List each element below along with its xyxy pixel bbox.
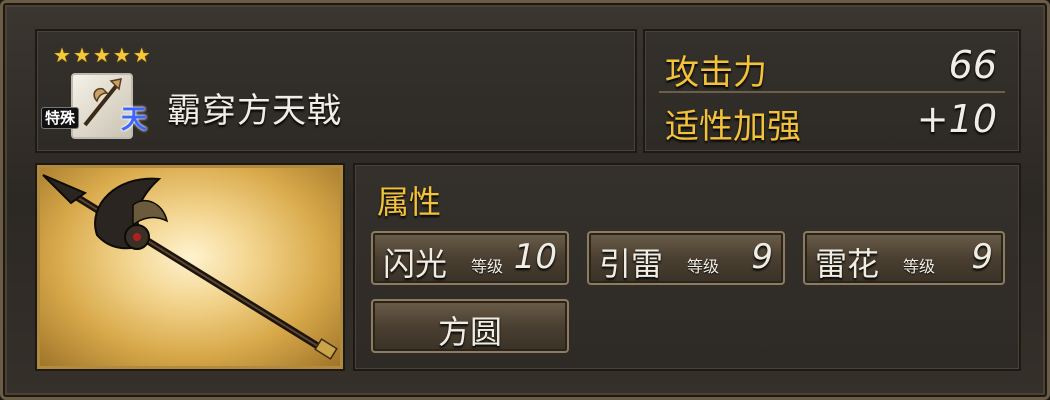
- attribute-name: 雷花: [815, 245, 880, 283]
- attribute-chip[interactable]: 方圆: [371, 299, 569, 353]
- stat-label: 适性加强: [665, 107, 801, 147]
- halberd-icon: [42, 174, 338, 360]
- weapon-name: 霸穿方天戟: [167, 91, 342, 131]
- level-value: 9: [751, 237, 773, 277]
- stats-panel: 攻击力 66 适性加强 +10: [643, 29, 1021, 153]
- attribute-name: 闪光: [383, 245, 448, 283]
- attributes-title: 属性: [377, 183, 442, 221]
- attribute-chip[interactable]: 闪光 等级 10: [371, 231, 569, 285]
- star-icon: ★: [72, 43, 91, 67]
- stat-value: 66: [948, 43, 997, 87]
- star-icon: ★: [53, 43, 71, 67]
- stat-label: 攻击力: [665, 53, 767, 93]
- attribute-chip[interactable]: 引雷 等级 9: [587, 231, 785, 285]
- weapon-detail-card: ★ ★ ★ ★ ★ 特殊 天 霸穿方天戟 攻击力 66 适性加强 +10 属性 …: [0, 0, 1050, 400]
- level-label: 等级: [903, 257, 936, 276]
- rarity-stars: ★ ★ ★ ★ ★: [53, 45, 151, 65]
- level-label: 等级: [687, 257, 720, 276]
- stat-row-attack: 攻击力 66: [659, 39, 1005, 93]
- attributes-panel: 属性 闪光 等级 10 引雷 等级 9 雷花 等级 9 方圆: [353, 163, 1021, 371]
- weapon-image: [35, 163, 345, 371]
- attribute-chip[interactable]: 雷花 等级 9: [803, 231, 1005, 285]
- level-value: 10: [513, 237, 557, 277]
- star-icon: ★: [112, 43, 131, 67]
- attribute-name: 引雷: [599, 245, 664, 283]
- level-label: 等级: [471, 257, 504, 276]
- stat-row-affinity: 适性加强 +10: [659, 93, 1005, 147]
- attribute-name: 方圆: [437, 313, 502, 351]
- star-icon: ★: [92, 43, 111, 67]
- special-type-tag: 特殊: [41, 107, 80, 129]
- level-value: 9: [971, 237, 993, 277]
- star-icon: ★: [132, 43, 151, 67]
- halberd-icon: [83, 78, 122, 127]
- stat-value: +10: [916, 97, 997, 141]
- rank-tag: 天: [121, 105, 148, 135]
- weapon-header-panel: ★ ★ ★ ★ ★ 特殊 天 霸穿方天戟: [35, 29, 637, 153]
